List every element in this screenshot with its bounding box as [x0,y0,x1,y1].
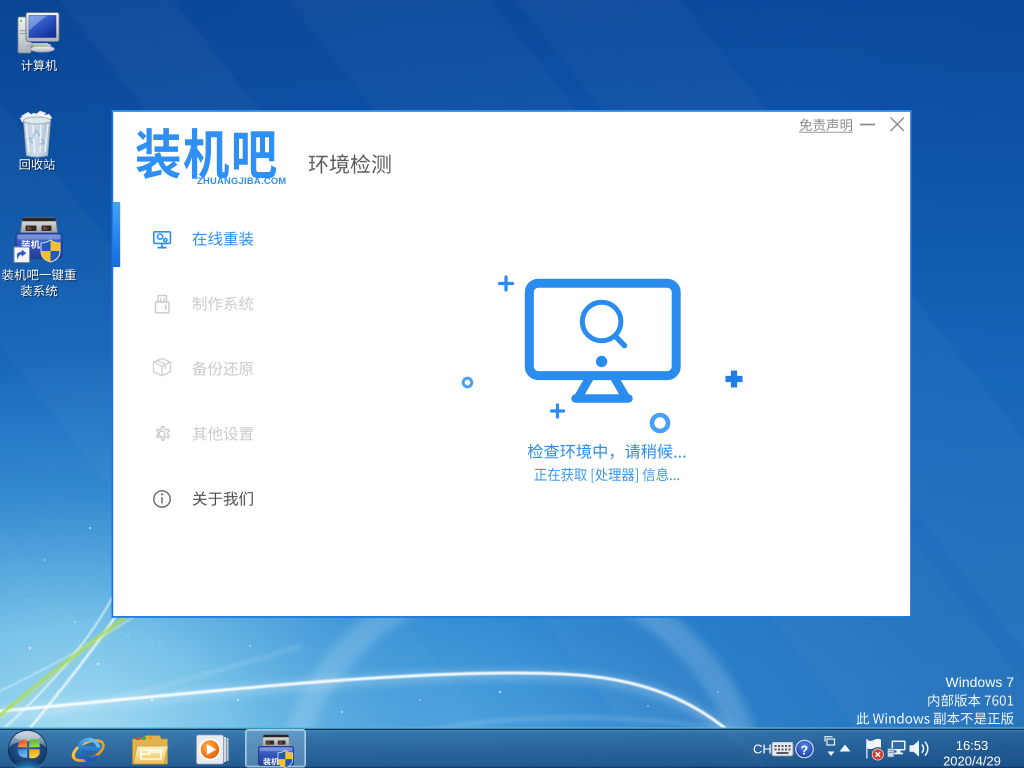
svg-text:Windows 7: Windows 7 [946,674,1015,690]
svg-text:CH: CH [753,742,772,757]
svg-text:?: ? [801,744,809,758]
svg-text:2020/4/29: 2020/4/29 [943,754,1001,768]
svg-text:16:53: 16:53 [956,738,989,753]
svg-text:ZHUANGJIBA.COM: ZHUANGJIBA.COM [197,176,286,186]
